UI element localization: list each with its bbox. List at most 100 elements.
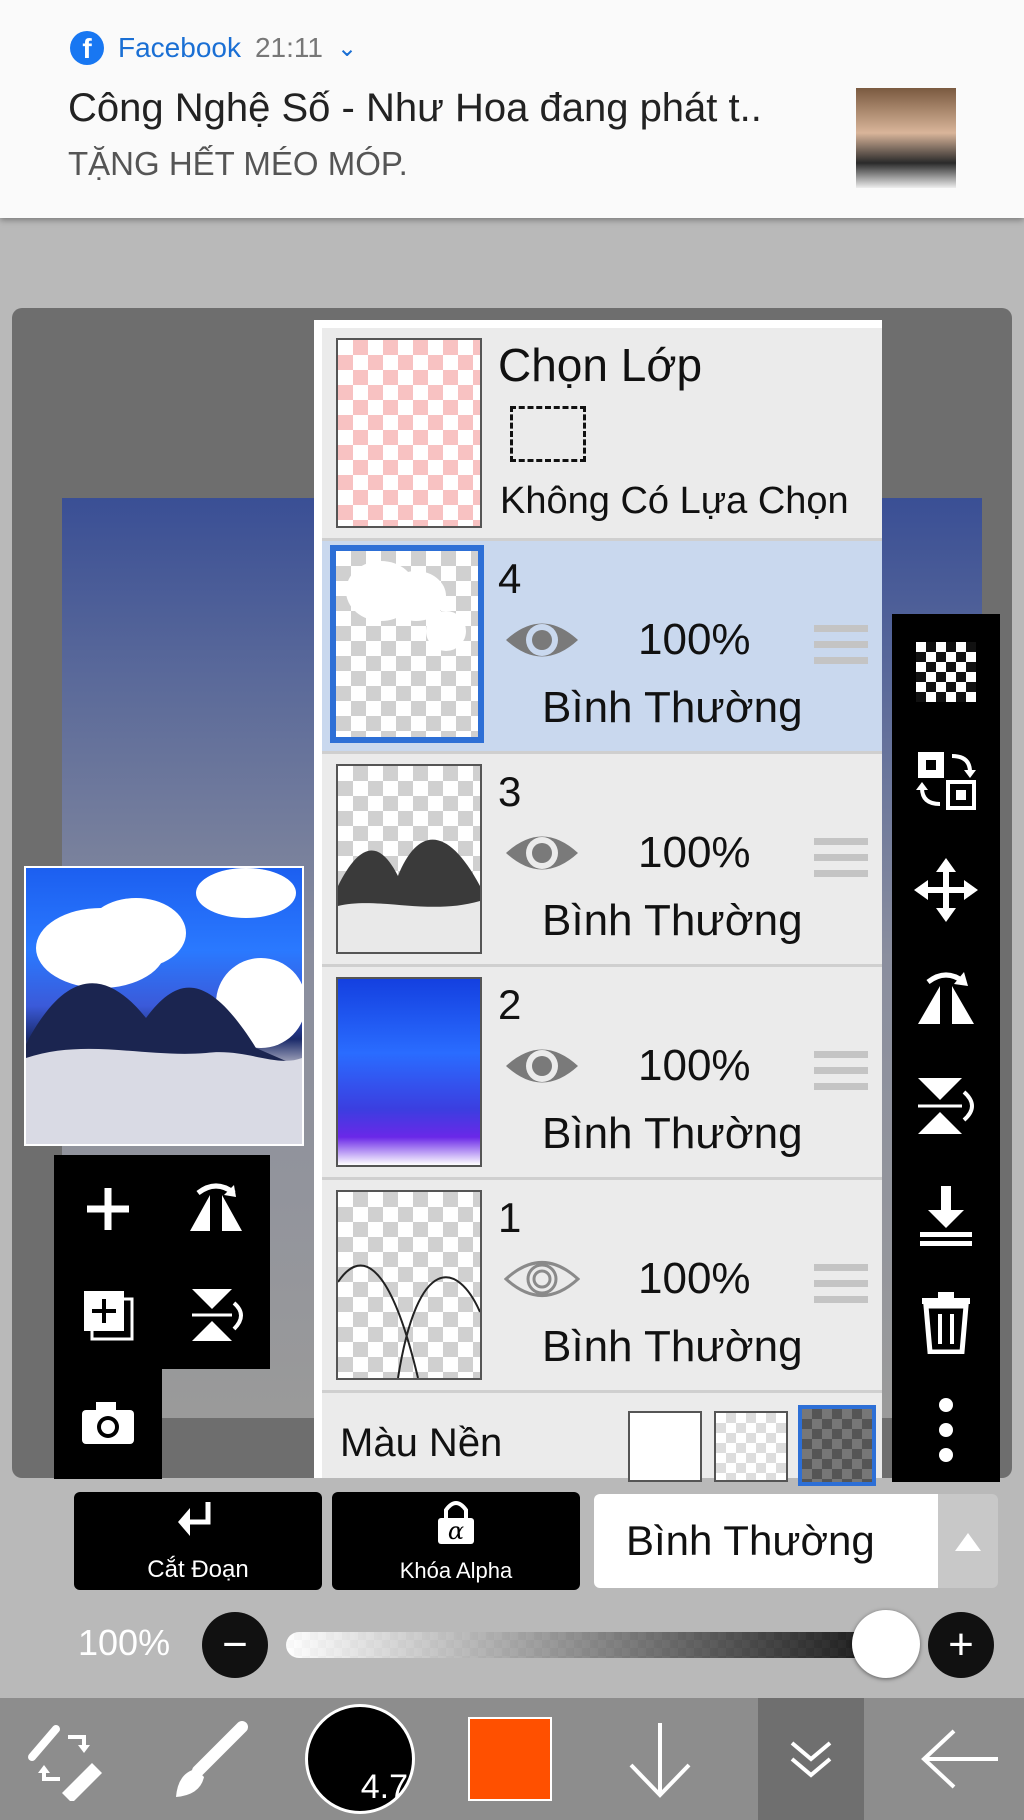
- selection-marquee-icon: [510, 406, 586, 462]
- layer-thumbnail: [330, 545, 484, 743]
- eye-icon[interactable]: [504, 1254, 580, 1304]
- layer-blend-mode: Bình Thường: [542, 1109, 803, 1158]
- merge-down-button[interactable]: [892, 1160, 1000, 1268]
- layer-number: 2: [498, 981, 522, 1028]
- swap-layer-button[interactable]: [892, 726, 1000, 834]
- chevron-double-down-icon: [790, 1741, 832, 1778]
- svg-text:α: α: [448, 1517, 464, 1545]
- plus-icon: [87, 1188, 129, 1230]
- left-tool-panel-bottom: [54, 1369, 162, 1479]
- canvas-preview[interactable]: [24, 866, 304, 1146]
- transparency-button[interactable]: [892, 618, 1000, 726]
- more-options-button[interactable]: [892, 1376, 1000, 1484]
- layer-thumbnail: [336, 1190, 482, 1380]
- layer-row[interactable]: 3 100% Bình Thường: [322, 754, 882, 967]
- background-transparent-swatch[interactable]: [714, 1411, 788, 1482]
- right-tool-panel: [892, 614, 1000, 1482]
- opacity-slider[interactable]: [286, 1632, 890, 1658]
- camera-icon: [82, 1402, 134, 1444]
- eye-icon[interactable]: [504, 1041, 580, 1091]
- layer-blend-mode: Bình Thường: [542, 683, 803, 732]
- layer-opacity: 100%: [638, 1254, 751, 1303]
- selection-thumbnail: [336, 338, 482, 528]
- drag-handle-icon[interactable]: [814, 838, 868, 882]
- brush-tool-button[interactable]: [160, 1698, 260, 1820]
- layer-number: 1: [498, 1194, 522, 1241]
- merge-down-icon: [920, 1186, 972, 1246]
- flip-horizontal-icon: [190, 1183, 242, 1231]
- layer-opacity: 100%: [638, 828, 751, 877]
- layer-number: 4: [498, 555, 522, 602]
- selection-layer-row[interactable]: Chọn Lớp Không Có Lựa Chọn: [322, 328, 882, 541]
- duplicate-layer-button[interactable]: [54, 1261, 162, 1369]
- facebook-icon: f: [70, 31, 104, 65]
- brush-eraser-toggle-button[interactable]: [14, 1698, 114, 1820]
- layer-panel: Chọn Lớp Không Có Lựa Chọn 4 100% Bình T…: [314, 320, 882, 1486]
- flip-horizontal-button[interactable]: [162, 1155, 270, 1263]
- clipping-icon: [74, 1498, 322, 1556]
- color-picker-button[interactable]: [460, 1698, 560, 1820]
- eye-icon[interactable]: [504, 828, 580, 878]
- avatar: [856, 88, 956, 188]
- arrow-down-icon: [629, 1723, 691, 1798]
- layer-row[interactable]: 4 100% Bình Thường: [322, 541, 882, 754]
- delete-layer-button[interactable]: [892, 1268, 1000, 1376]
- opacity-increase-button[interactable]: +: [928, 1612, 994, 1678]
- drag-handle-icon[interactable]: [814, 625, 868, 669]
- opacity-slider-thumb[interactable]: [852, 1610, 920, 1678]
- background-dark-swatch[interactable]: [798, 1405, 876, 1486]
- flip-vertical-right-button[interactable]: [892, 1052, 1000, 1160]
- alpha-lock-label: Khóa Alpha: [399, 1558, 513, 1583]
- layer-opacity: 100%: [638, 615, 751, 664]
- notification-body: TẶNG HẾT MÉO MÓP.: [68, 145, 408, 182]
- opacity-decrease-button[interactable]: −: [202, 1612, 268, 1678]
- add-copy-icon: [84, 1291, 134, 1341]
- eye-icon[interactable]: [504, 615, 580, 665]
- layer-blend-mode: Bình Thường: [542, 1322, 803, 1371]
- brush-size-value: 4.7: [360, 1768, 408, 1806]
- alpha-lock-button[interactable]: α Khóa Alpha: [332, 1492, 580, 1590]
- layer-thumbnail: [336, 764, 482, 954]
- swap-icon: [916, 752, 976, 810]
- flip-horizontal-right-button[interactable]: [892, 944, 1000, 1052]
- chevron-down-icon[interactable]: ⌄: [337, 34, 357, 63]
- chevron-up-icon: [955, 1533, 981, 1551]
- blend-mode-select[interactable]: Bình Thường: [594, 1494, 938, 1588]
- notification-title: Công Nghệ Số - Như Hoa đang phát t..: [68, 86, 762, 130]
- flip-horizontal-icon: [918, 972, 974, 1024]
- clipping-button[interactable]: Cắt Đoạn: [74, 1492, 322, 1590]
- trash-icon: [922, 1292, 970, 1354]
- minus-icon: −: [222, 1620, 248, 1669]
- notification-time: 21:11: [254, 32, 323, 63]
- lock-icon: α: [332, 1498, 580, 1558]
- left-tool-panel: [54, 1155, 270, 1369]
- layer-number: 3: [498, 768, 522, 815]
- drag-handle-icon[interactable]: [814, 1051, 868, 1095]
- background-color-row: Màu Nền: [322, 1393, 882, 1486]
- drag-handle-icon[interactable]: [814, 1264, 868, 1308]
- flip-vertical-icon: [192, 1289, 243, 1341]
- camera-button[interactable]: [54, 1369, 162, 1477]
- brush-size-indicator: 4.7: [305, 1704, 415, 1814]
- back-button[interactable]: [910, 1698, 1010, 1820]
- layer-opacity: 100%: [638, 1041, 751, 1090]
- layer-row[interactable]: 1 100% Bình Thường: [322, 1180, 882, 1393]
- layer-down-button[interactable]: [610, 1698, 710, 1820]
- plus-icon: +: [948, 1620, 974, 1669]
- layer-row[interactable]: 2 100% Bình Thường: [322, 967, 882, 1180]
- flip-vertical-button[interactable]: [162, 1261, 270, 1369]
- more-vertical-icon: [939, 1398, 953, 1462]
- notification-banner[interactable]: f Facebook 21:11 ⌄ Công Nghệ Số - Như Ho…: [0, 0, 1024, 218]
- blend-mode-dropdown-button[interactable]: [938, 1494, 998, 1588]
- background-label: Màu Nền: [340, 1421, 503, 1465]
- layers-toggle-button[interactable]: [758, 1698, 864, 1820]
- move-button[interactable]: [892, 836, 1000, 944]
- notification-header: f Facebook 21:11 ⌄: [70, 28, 357, 68]
- checker-icon: [916, 642, 976, 702]
- add-layer-button[interactable]: [54, 1155, 162, 1263]
- background-white-swatch[interactable]: [628, 1411, 702, 1482]
- brush-icon: [176, 1721, 248, 1797]
- current-color-swatch: [468, 1717, 552, 1801]
- brush-size-button[interactable]: 4.7: [300, 1698, 420, 1820]
- selection-title: Chọn Lớp: [498, 339, 703, 391]
